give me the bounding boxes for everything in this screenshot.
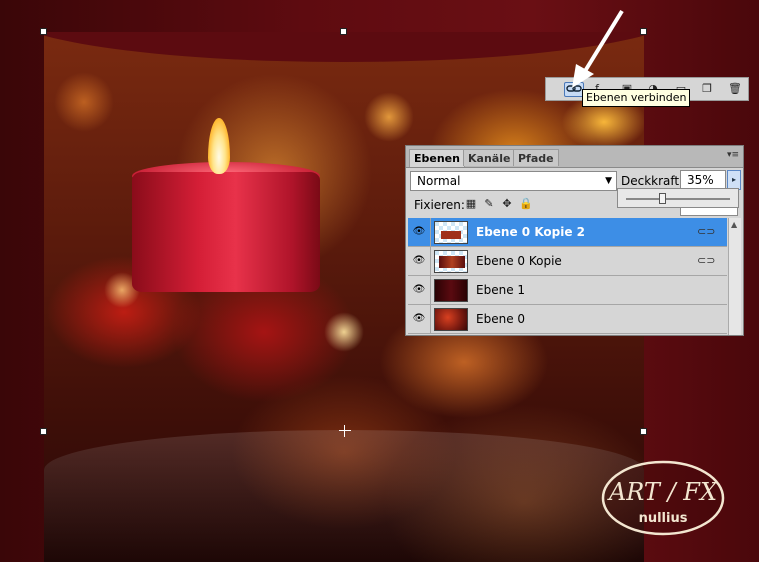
lock-position-icon[interactable]: ✥ — [501, 198, 513, 210]
lock-all-icon[interactable]: 🔒 — [519, 198, 533, 210]
red-candle — [132, 172, 320, 292]
lock-image-icon[interactable]: ✎ — [483, 198, 495, 210]
transform-handle-bottom-right[interactable] — [640, 428, 647, 435]
link-icon: ⊂⊃ — [697, 254, 716, 267]
transform-handle-bottom-left[interactable] — [40, 428, 47, 435]
eye-separator — [430, 305, 431, 334]
layer-name: Ebene 0 Kopie 2 — [476, 225, 586, 239]
layer-name: Ebene 0 — [476, 312, 526, 326]
opacity-slider-popup — [617, 188, 739, 208]
eye-icon[interactable]: 👁 — [412, 313, 426, 325]
warp-top-curve — [44, 32, 644, 62]
layer-name: Ebene 0 Kopie — [476, 254, 562, 268]
panel-tabs: Ebenen Kanäle Pfade ▾≡ — [406, 146, 743, 168]
link-icon: ⊂⊃ — [697, 225, 716, 238]
layer-thumbnail — [434, 308, 468, 331]
layers-scrollbar[interactable]: ▲ — [728, 218, 741, 335]
eye-icon[interactable]: 👁 — [412, 255, 426, 267]
transform-center-icon[interactable] — [339, 425, 351, 437]
svg-text:ART / FX: ART / FX — [607, 478, 718, 506]
new-layer-icon[interactable]: ❐ — [700, 83, 714, 95]
transform-handle-top[interactable] — [340, 28, 347, 35]
lock-transparency-icon[interactable]: ▦ — [465, 198, 477, 210]
layer-row[interactable]: 👁 Ebene 1 — [408, 276, 727, 305]
layer-name: Ebene 1 — [476, 283, 526, 297]
lock-label: Fixieren: — [414, 198, 465, 212]
opacity-slider-toggle[interactable]: ▸ — [727, 170, 741, 190]
panel-menu-icon[interactable]: ▾≡ — [727, 150, 739, 160]
layer-row[interactable]: 👁 Ebene 0 — [408, 305, 727, 334]
transform-handle-top-right[interactable] — [640, 28, 647, 35]
svg-text:nullius: nullius — [639, 511, 688, 526]
blend-mode-select[interactable]: Normal ▼ — [410, 171, 617, 191]
opacity-slider-thumb[interactable] — [659, 193, 667, 204]
layer-thumbnail — [434, 279, 468, 302]
layer-thumbnail — [434, 221, 468, 244]
eye-separator — [430, 247, 431, 276]
bokeh-light — [364, 92, 414, 142]
layer-row[interactable]: 👁 Ebene 0 Kopie 2 ⊂⊃ — [408, 218, 727, 247]
tab-ebenen[interactable]: Ebenen — [409, 149, 465, 167]
scroll-up-icon[interactable]: ▲ — [731, 220, 737, 229]
layers-panel: Ebenen Kanäle Pfade ▾≡ Normal ▼ Deckkraf… — [405, 145, 744, 336]
trash-icon[interactable]: 🗑 — [728, 83, 742, 95]
fill-input-edge — [680, 208, 738, 216]
artifex-logo: ART / FX nullius — [601, 460, 725, 536]
candle-flame — [208, 118, 230, 174]
eye-icon[interactable]: 👁 — [412, 284, 426, 296]
tab-kanaele[interactable]: Kanäle — [463, 149, 516, 166]
blend-mode-value: Normal — [417, 174, 461, 188]
transform-handle-top-left[interactable] — [40, 28, 47, 35]
bokeh-light — [54, 72, 114, 132]
eye-separator — [430, 218, 431, 247]
eye-icon[interactable]: 👁 — [412, 226, 426, 238]
layer-thumbnail — [434, 250, 468, 273]
tab-pfade[interactable]: Pfade — [513, 149, 559, 166]
opacity-input[interactable]: 35% — [680, 170, 726, 190]
bokeh-light — [324, 312, 364, 352]
opacity-slider-track[interactable] — [626, 198, 730, 200]
annotation-arrow — [572, 9, 624, 88]
eye-separator — [430, 276, 431, 305]
layers-list: 👁 Ebene 0 Kopie 2 ⊂⊃ 👁 Ebene 0 Kopie ⊂⊃ … — [408, 218, 727, 335]
chevron-down-icon: ▼ — [605, 176, 612, 186]
floor-reflection — [44, 430, 644, 562]
layer-row[interactable]: 👁 Ebene 0 Kopie ⊂⊃ — [408, 247, 727, 276]
